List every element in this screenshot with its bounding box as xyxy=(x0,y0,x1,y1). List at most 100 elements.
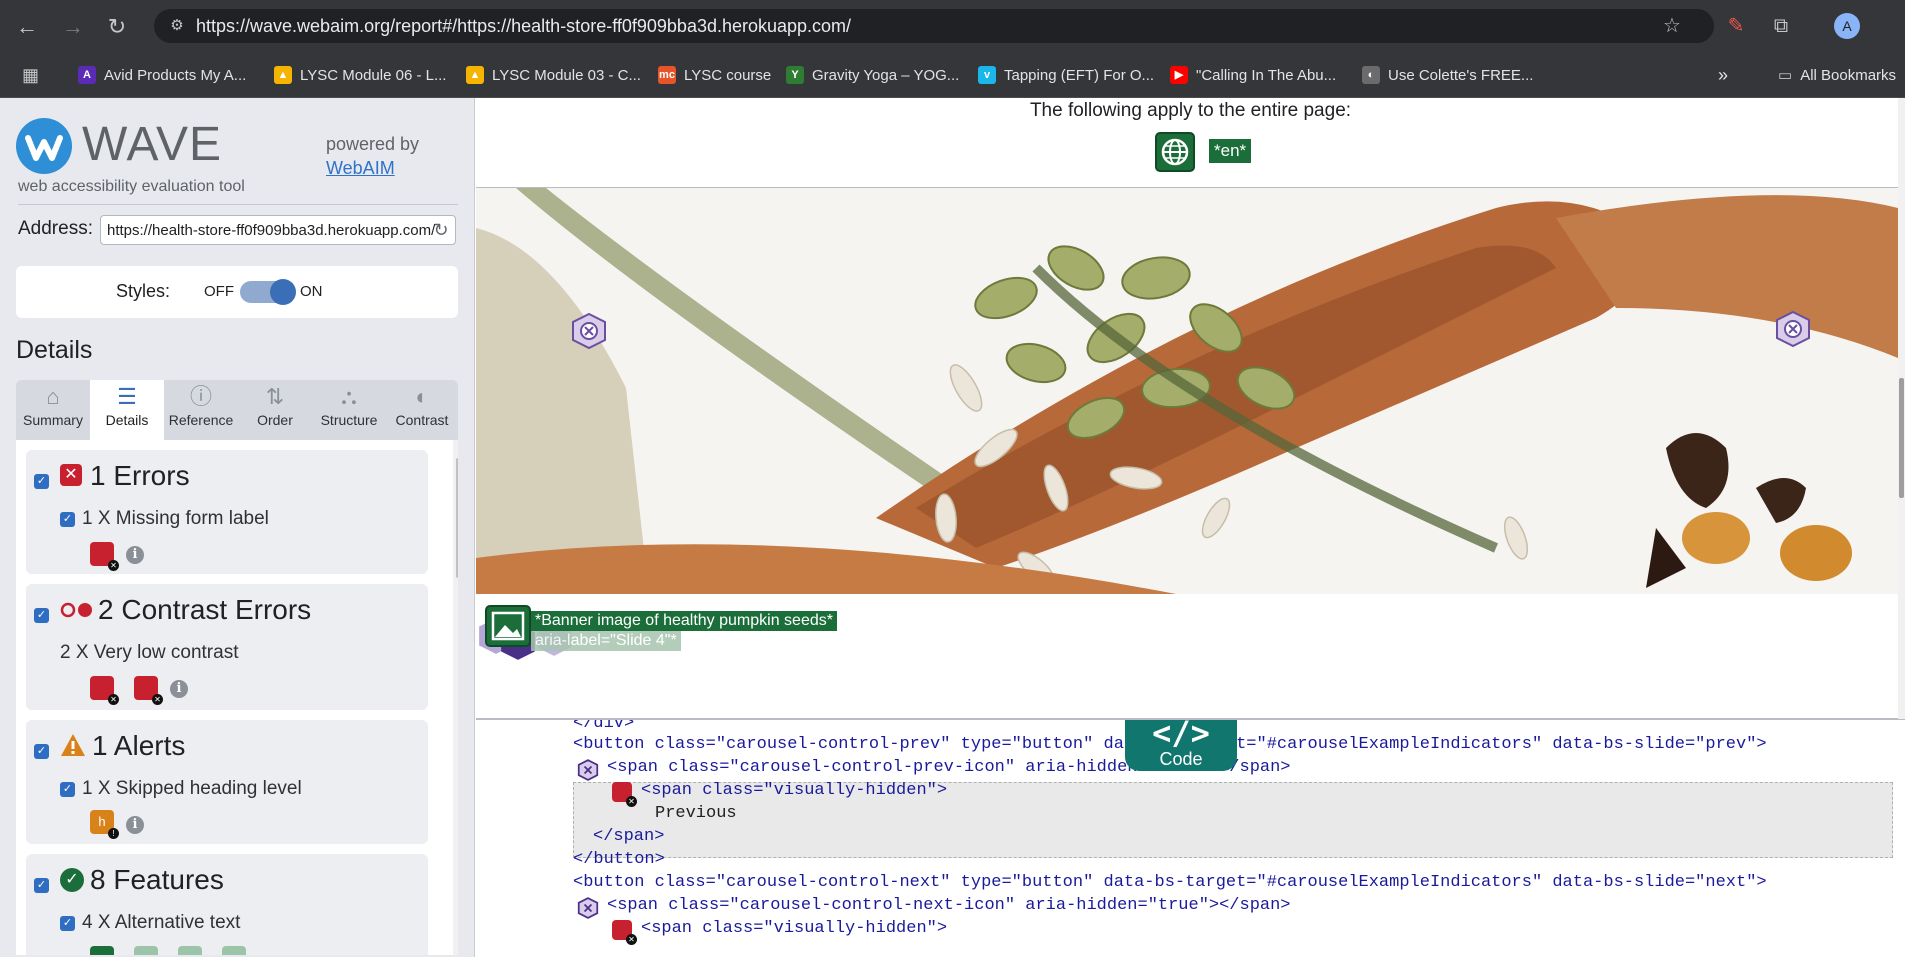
forward-icon[interactable]: → xyxy=(58,12,88,42)
contrast-instance-icon[interactable]: ✕ xyxy=(90,676,119,705)
tab-details[interactable]: ☰ Details xyxy=(90,380,164,440)
info-icon[interactable]: i xyxy=(126,546,144,564)
alert-icon xyxy=(60,732,86,758)
contrast-card: ✓ 2 Contrast Errors 2 X Very low contras… xyxy=(26,584,428,710)
alerts-title: 1 Alerts xyxy=(92,730,186,761)
code-line: </button> xyxy=(573,850,665,869)
mc-icon: mc xyxy=(658,66,676,84)
alt-text-feature-icon[interactable] xyxy=(178,946,202,955)
scroll-down-icon[interactable]: ▼ xyxy=(456,940,459,950)
scroll-thumb[interactable] xyxy=(456,458,458,578)
features-card: ✓ ✓ 8 Features ✓ 4 X Alternative text xyxy=(26,854,428,955)
alt-text-feature-icon[interactable] xyxy=(134,946,158,955)
panel-tabs: ⌂ Summary ☰ Details ⓘ Reference ⇅ Order ⛬ Str… xyxy=(16,380,458,440)
tab-structure[interactable]: ⛬ Structure xyxy=(312,380,386,440)
bookmark-item[interactable]: v Tapping (EFT) For O... xyxy=(978,64,1154,86)
bookmark-item[interactable]: ▲ LYSC Module 03 - C... xyxy=(466,64,641,86)
details-heading: Details xyxy=(16,336,93,364)
url-text[interactable]: https://wave.webaim.org/report#/https://… xyxy=(196,16,851,37)
bookmark-item[interactable]: mc LYSC course xyxy=(658,64,771,86)
aria-hidden-icon[interactable] xyxy=(577,759,599,781)
globe-icon[interactable] xyxy=(1155,132,1195,172)
list-icon: ☰ xyxy=(117,384,137,409)
structure-icon: ⛬ xyxy=(341,384,357,409)
site-settings-icon[interactable]: ⚙ xyxy=(168,17,186,35)
alt-text-feature-icon[interactable] xyxy=(222,946,246,955)
code-icon: </> xyxy=(1152,718,1210,752)
bookmark-item[interactable]: A Avid Products My A... xyxy=(78,64,246,86)
alt-text-feature-icon[interactable] xyxy=(90,946,114,955)
features-title: 8 Features xyxy=(90,864,224,895)
errors-checkbox[interactable]: ✓ xyxy=(34,474,49,489)
alerts-checkbox[interactable]: ✓ xyxy=(34,744,49,759)
code-line: Previous xyxy=(655,804,737,823)
aria-hidden-icon[interactable] xyxy=(1774,310,1812,348)
scroll-up-icon[interactable]: ▲ xyxy=(456,442,459,452)
address-input[interactable]: https://health-store-ff0f909bba3d.heroku… xyxy=(100,215,456,245)
yoga-icon: Y xyxy=(786,66,804,84)
warning-badge-icon: ! xyxy=(108,828,119,839)
aria-hidden-icon[interactable] xyxy=(570,312,608,350)
avid-icon: A xyxy=(78,66,96,84)
toggle-knob[interactable] xyxy=(270,279,296,305)
contrast-title: 2 Contrast Errors xyxy=(98,594,312,625)
webaim-link[interactable]: WebAIM xyxy=(326,158,395,179)
apps-grid-icon[interactable]: ▦ xyxy=(22,64,39,86)
extensions-icon[interactable]: ⧉ xyxy=(1768,13,1794,39)
google-drive-icon: ▲ xyxy=(274,66,292,84)
styles-toggle[interactable] xyxy=(240,279,296,305)
missing-label-item: 1 X Missing form label xyxy=(82,508,269,529)
tab-order[interactable]: ⇅ Order xyxy=(238,380,312,440)
code-panel: </div> <button class="carousel-control-p… xyxy=(476,718,1905,957)
code-line: </span> xyxy=(593,827,665,846)
contrast-checkbox[interactable]: ✓ xyxy=(34,608,49,623)
bookmark-item[interactable]: ▶ "Calling In The Abu... xyxy=(1170,64,1336,86)
features-checkbox[interactable]: ✓ xyxy=(34,878,49,893)
panel-scrollbar[interactable]: ▲ ▼ xyxy=(453,440,458,955)
styles-off-label: OFF xyxy=(204,283,234,300)
tab-summary[interactable]: ⌂ Summary xyxy=(16,380,90,440)
aria-hidden-icon[interactable] xyxy=(577,897,599,919)
bookmark-item[interactable]: ▲ LYSC Module 06 - L... xyxy=(274,64,446,86)
bookmark-star-icon[interactable]: ☆ xyxy=(1659,13,1685,39)
info-icon[interactable]: i xyxy=(170,680,188,698)
main-scrollbar[interactable] xyxy=(1898,98,1905,719)
alt-text-checkbox[interactable]: ✓ xyxy=(60,916,75,931)
tab-contrast[interactable]: ◐ Contrast xyxy=(386,380,458,440)
contrast-instance-icon[interactable]: ✕ xyxy=(134,676,163,705)
home-icon: ⌂ xyxy=(46,384,60,409)
bookmark-item[interactable]: ◐ Use Colette's FREE... xyxy=(1362,64,1533,86)
info-icon[interactable]: i xyxy=(126,816,144,834)
code-toggle-button[interactable]: </> Code xyxy=(1125,718,1237,771)
wave-logo-icon xyxy=(16,118,72,174)
details-panel: ✓ ✕ 1 Errors ✓ 1 X Missing form label ✕ … xyxy=(16,440,458,955)
page-wide-notice: The following apply to the entire page: xyxy=(1029,100,1352,121)
heading-alert-icon[interactable]: h! xyxy=(90,810,119,839)
error-icon: ✕ xyxy=(60,464,82,486)
address-bar[interactable]: ⚙ https://wave.webaim.org/report#/https:… xyxy=(154,9,1714,43)
alt-text-icon[interactable] xyxy=(485,605,531,647)
scroll-thumb[interactable] xyxy=(1899,378,1904,498)
bookmarks-bar: ▦ A Avid Products My A... ▲ LYSC Module 06… xyxy=(0,53,1905,98)
contrast-icon: ◐ xyxy=(415,384,429,409)
vimeo-icon: v xyxy=(978,66,996,84)
profile-avatar[interactable]: A xyxy=(1834,13,1860,39)
code-line: </div> xyxy=(573,718,635,733)
all-bookmarks[interactable]: ▭ All Bookmarks xyxy=(1778,64,1896,86)
refresh-icon[interactable]: ↻ xyxy=(430,219,452,241)
extension-pen-icon[interactable]: ✎ xyxy=(1723,13,1749,39)
missing-label-checkbox[interactable]: ✓ xyxy=(60,512,75,527)
more-bookmarks-icon[interactable]: » xyxy=(1718,64,1728,86)
contrast-error-icon[interactable]: ✕ xyxy=(612,920,637,945)
code-line: <span class="carousel-control-next-icon"… xyxy=(607,896,1291,915)
tab-reference[interactable]: ⓘ Reference xyxy=(164,380,238,440)
form-label-error-icon[interactable]: ✕ xyxy=(90,542,119,571)
language-badge: *en* xyxy=(1209,139,1252,163)
errors-card: ✓ ✕ 1 Errors ✓ 1 X Missing form label ✕ … xyxy=(26,450,428,574)
skipped-heading-checkbox[interactable]: ✓ xyxy=(60,782,75,797)
contrast-error-icon[interactable]: ✕ xyxy=(612,782,637,807)
back-icon[interactable]: ← xyxy=(12,12,42,42)
reload-icon[interactable]: ↻ xyxy=(102,12,132,42)
x-badge-icon: ✕ xyxy=(152,694,163,705)
bookmark-item[interactable]: Y Gravity Yoga – YOG... xyxy=(786,64,959,86)
